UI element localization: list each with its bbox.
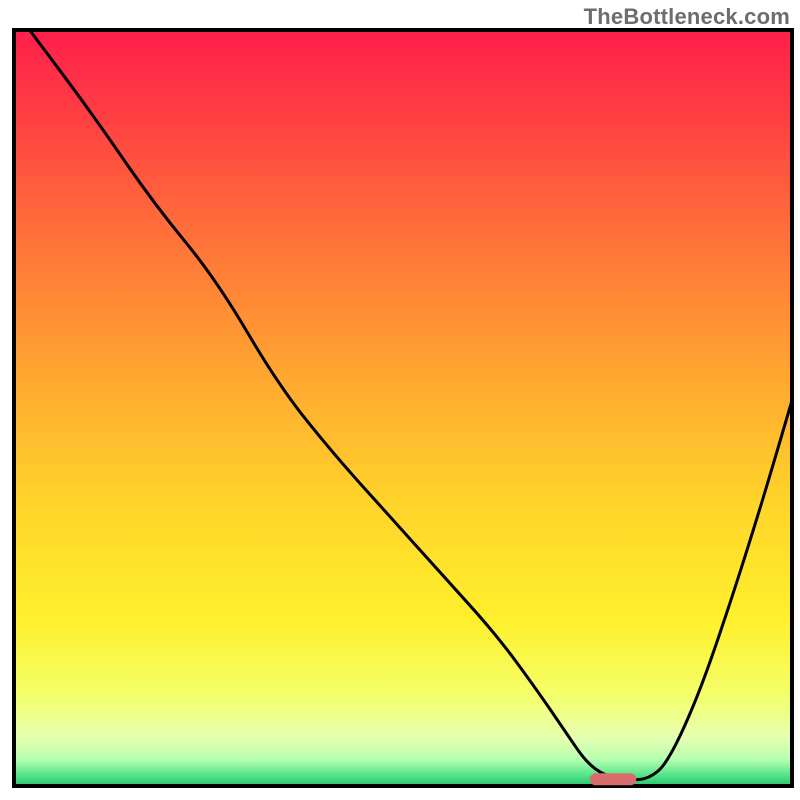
chart-stage: TheBottleneck.com [0, 0, 800, 800]
watermark-text: TheBottleneck.com [584, 4, 790, 30]
gradient-background [14, 30, 792, 786]
bottleneck-chart [0, 0, 800, 800]
optimal-range [590, 773, 637, 785]
